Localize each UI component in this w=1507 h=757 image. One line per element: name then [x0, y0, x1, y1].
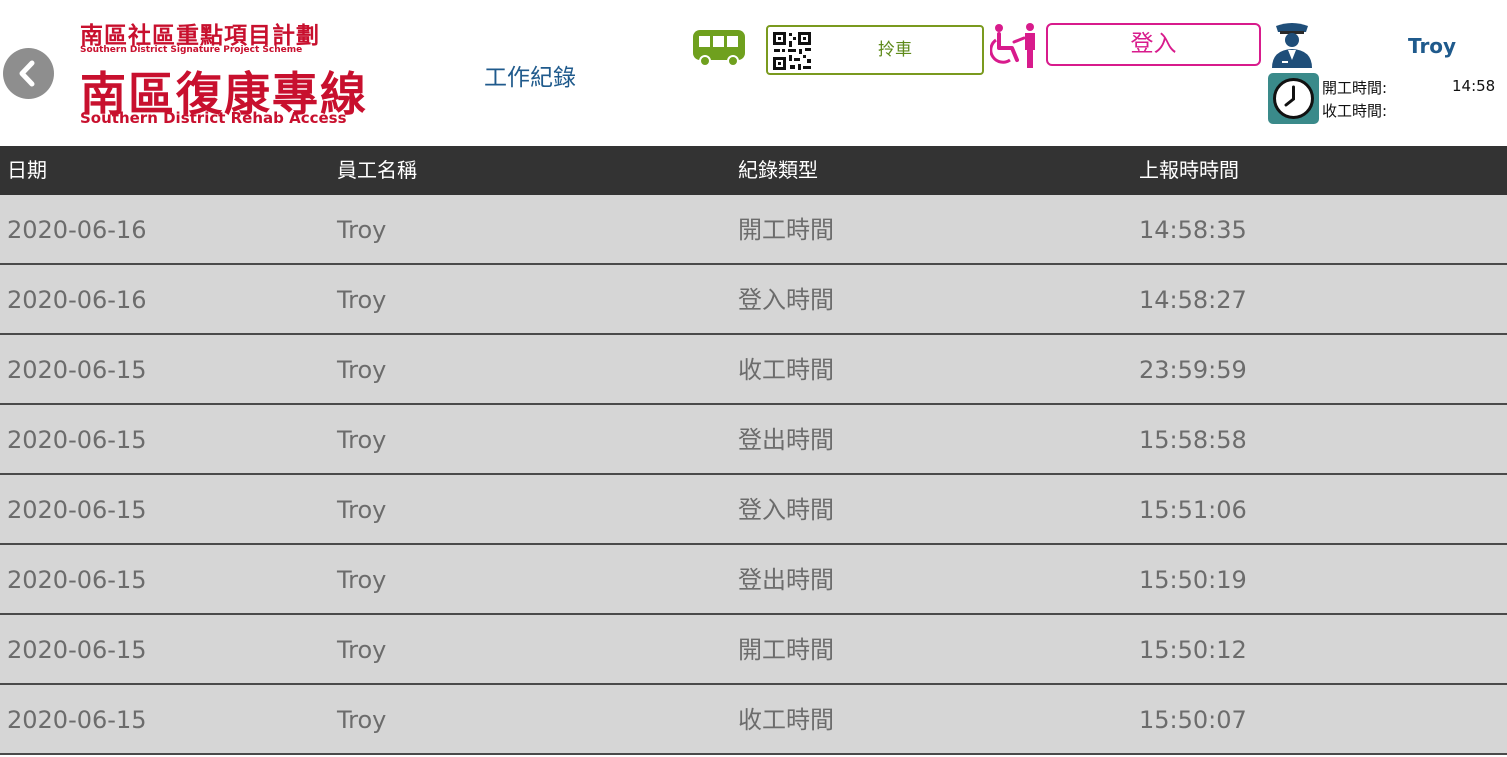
cell-date: 2020-06-16	[7, 286, 147, 314]
username: Troy	[1408, 34, 1457, 58]
table-row: 2020-06-15 Troy 收工時間 15:50:07	[0, 685, 1507, 755]
cell-staff-name: Troy	[337, 496, 387, 524]
brand-logo: 南區社區重點項目計劃 Southern District Signature P…	[78, 14, 366, 130]
table-row: 2020-06-15 Troy 收工時間 23:59:59	[0, 335, 1507, 405]
cell-record-type: 開工時間	[738, 636, 834, 664]
cell-report-time: 15:50:19	[1139, 566, 1247, 594]
cell-date: 2020-06-15	[7, 426, 147, 454]
cell-staff-name: Troy	[337, 566, 387, 594]
app-header: 南區社區重點項目計劃 Southern District Signature P…	[0, 0, 1507, 146]
header-staff-name: 員工名稱	[337, 158, 417, 182]
bus-icon	[693, 30, 745, 67]
table-header: 日期 員工名稱 紀錄類型 上報時時間	[0, 146, 1507, 195]
clock-icon	[1268, 73, 1319, 124]
cell-record-type: 收工時間	[738, 356, 834, 384]
table-row: 2020-06-15 Troy 登出時間 15:50:19	[0, 545, 1507, 615]
chevron-left-icon	[19, 60, 35, 87]
logo-english-name: Southern District Rehab Access	[80, 109, 347, 127]
cell-report-time: 14:58:35	[1139, 216, 1247, 244]
cell-report-time: 14:58:27	[1139, 286, 1247, 314]
cell-record-type: 收工時間	[738, 706, 834, 734]
table-row: 2020-06-15 Troy 登入時間 15:51:06	[0, 475, 1507, 545]
login-button[interactable]: 登入	[1046, 23, 1261, 66]
cell-record-type: 登出時間	[738, 426, 834, 454]
cell-staff-name: Troy	[337, 706, 387, 734]
header-report-time: 上報時時間	[1139, 158, 1239, 182]
header-date: 日期	[7, 158, 47, 182]
cell-report-time: 15:51:06	[1139, 496, 1247, 524]
work-record-table: 日期 員工名稱 紀錄類型 上報時時間 2020-06-16 Troy 開工時間 …	[0, 146, 1507, 755]
cell-report-time: 23:59:59	[1139, 356, 1247, 384]
cell-staff-name: Troy	[337, 216, 387, 244]
cell-date: 2020-06-15	[7, 566, 147, 594]
cell-date: 2020-06-16	[7, 216, 147, 244]
table-row: 2020-06-15 Troy 登出時間 15:58:58	[0, 405, 1507, 475]
cell-report-time: 15:58:58	[1139, 426, 1247, 454]
cell-date: 2020-06-15	[7, 356, 147, 384]
cell-record-type: 登入時間	[738, 496, 834, 524]
start-time-value: 14:58	[1452, 77, 1496, 95]
cell-report-time: 15:50:12	[1139, 636, 1247, 664]
cell-record-type: 開工時間	[738, 216, 834, 244]
header-record-type: 紀錄類型	[738, 158, 818, 182]
table-row: 2020-06-16 Troy 登入時間 14:58:27	[0, 265, 1507, 335]
cell-date: 2020-06-15	[7, 706, 147, 734]
cell-staff-name: Troy	[337, 356, 387, 384]
cell-staff-name: Troy	[337, 286, 387, 314]
back-button[interactable]	[3, 48, 54, 99]
cell-date: 2020-06-15	[7, 636, 147, 664]
end-time-label: 收工時間:	[1322, 102, 1388, 120]
table-row: 2020-06-16 Troy 開工時間 14:58:35	[0, 195, 1507, 265]
cell-record-type: 登出時間	[738, 566, 834, 594]
pickup-button[interactable]: 拎車	[766, 25, 984, 75]
page-title: 工作紀錄	[484, 65, 576, 91]
driver-icon	[1272, 23, 1312, 68]
table-row: 2020-06-15 Troy 開工時間 15:50:12	[0, 615, 1507, 685]
logo-english-scheme: Southern District Signature Project Sche…	[80, 45, 303, 55]
wheelchair-assist-icon	[990, 23, 1035, 68]
cell-staff-name: Troy	[337, 636, 387, 664]
start-time-label: 開工時間:	[1322, 79, 1388, 97]
pickup-label: 拎車	[878, 40, 912, 60]
cell-report-time: 15:50:07	[1139, 706, 1247, 734]
cell-staff-name: Troy	[337, 426, 387, 454]
cell-record-type: 登入時間	[738, 286, 834, 314]
cell-date: 2020-06-15	[7, 496, 147, 524]
